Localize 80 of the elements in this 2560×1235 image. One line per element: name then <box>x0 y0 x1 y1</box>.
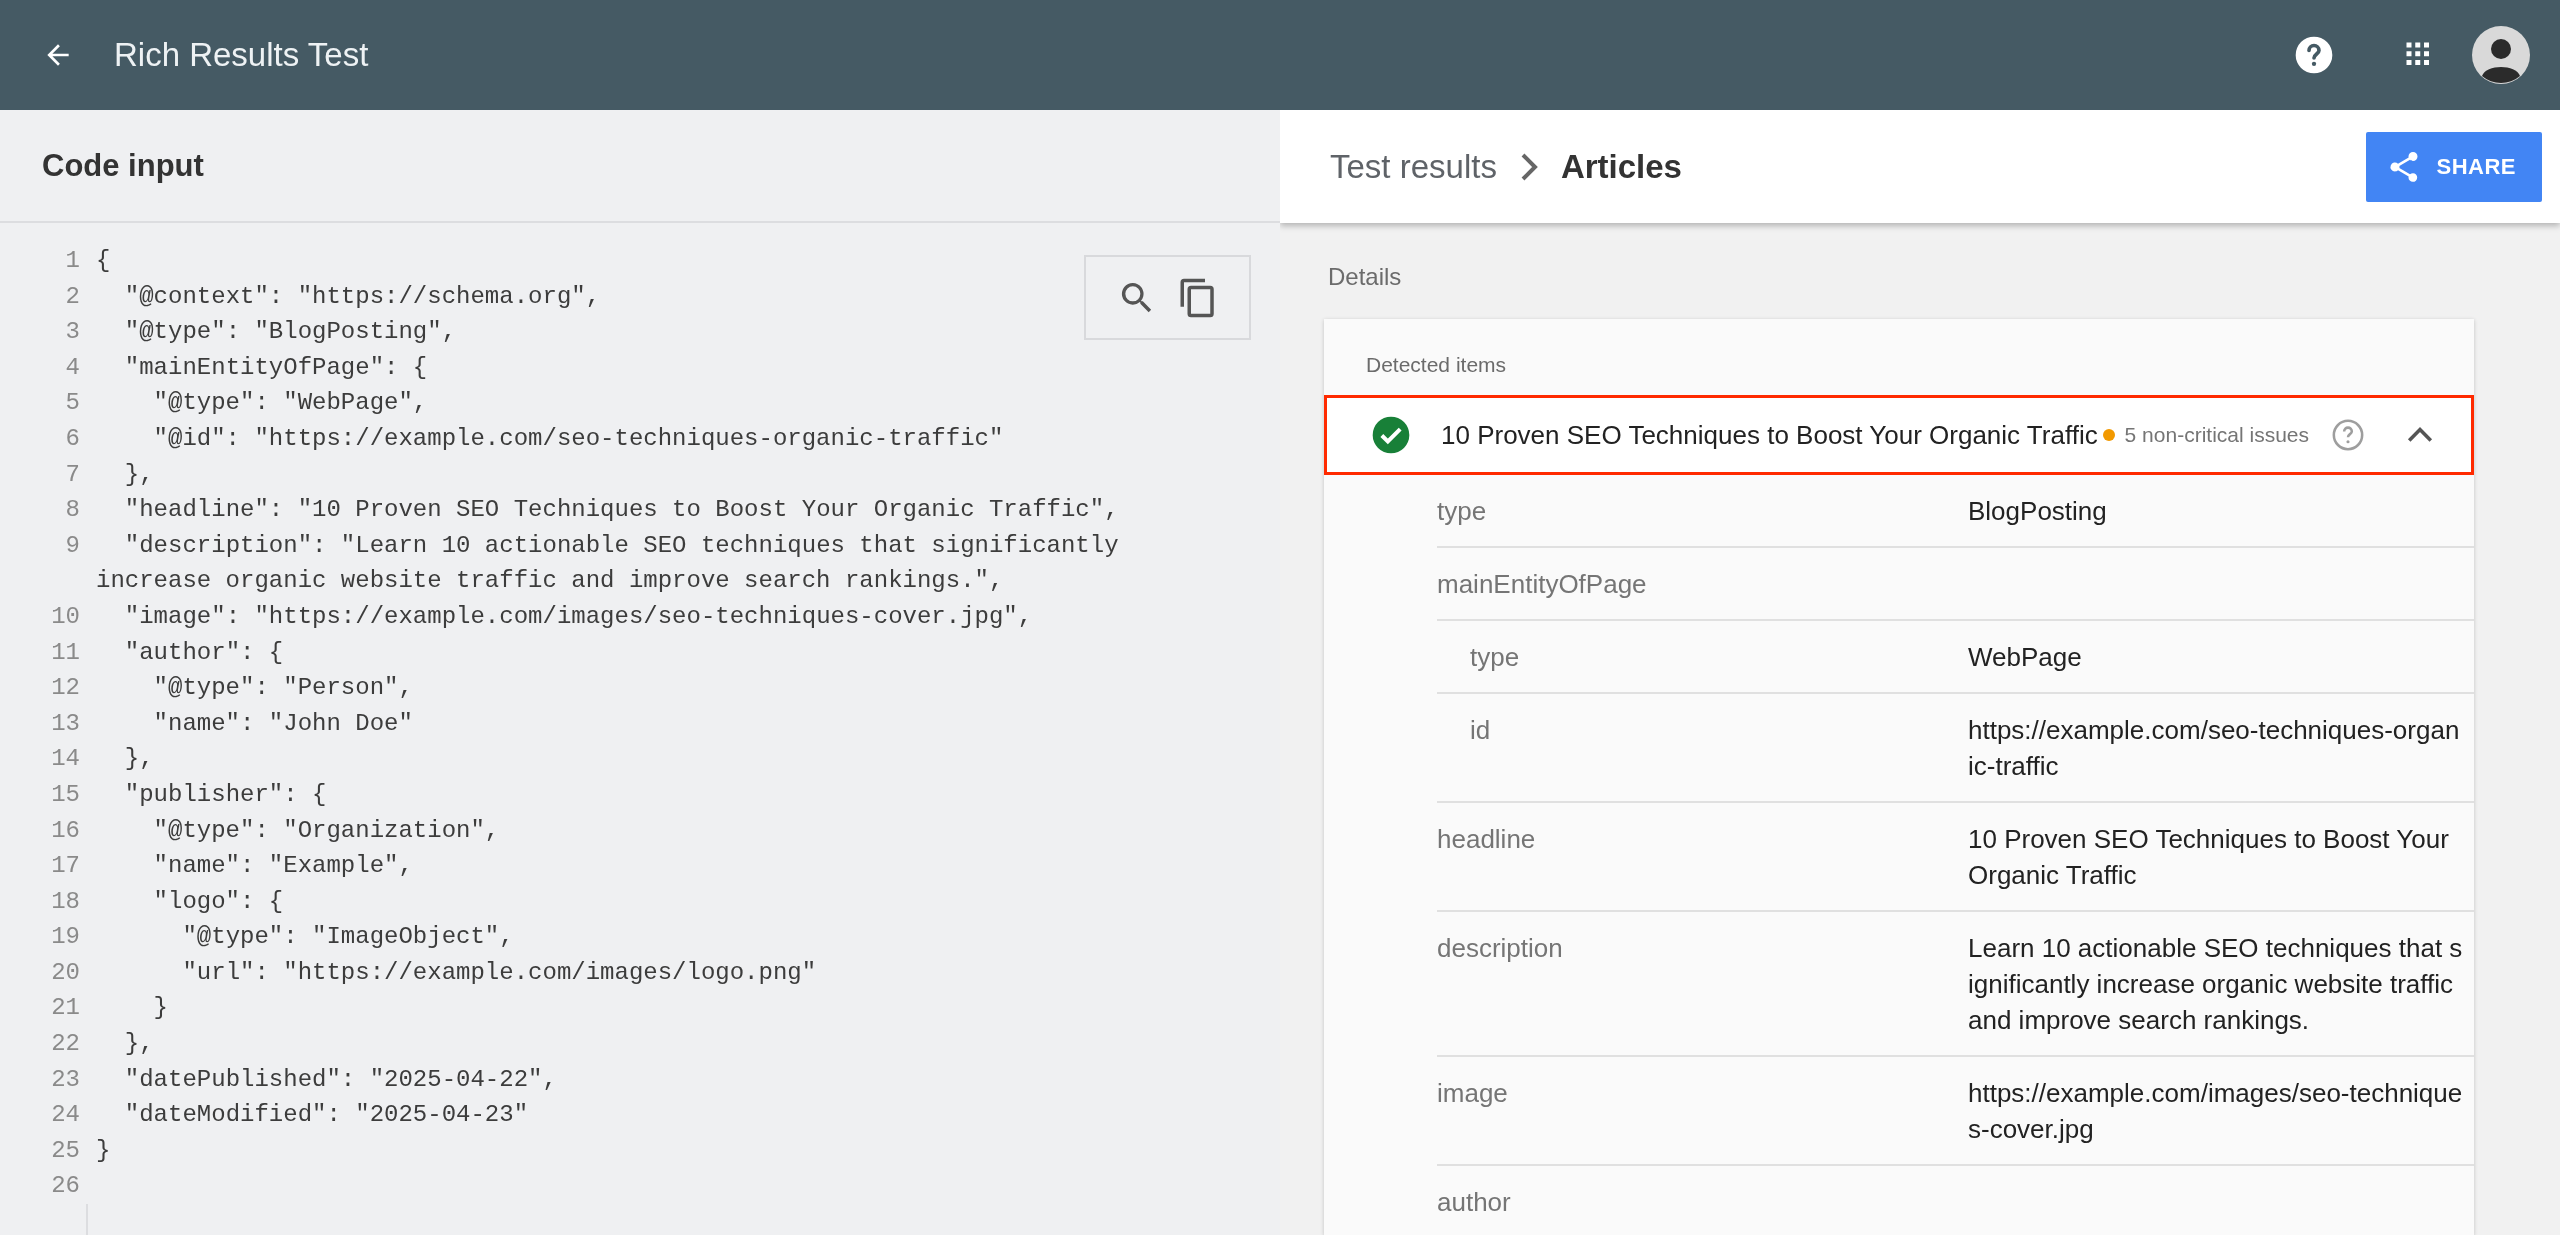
help-icon[interactable] <box>2294 35 2334 75</box>
property-name: type <box>1469 641 1521 674</box>
property-name: type <box>1437 495 1488 528</box>
property-value: 10 Proven SEO Techniques to Boost Your Organic Traffic <box>1968 823 2450 892</box>
code-line: "dateModified": "2025-04-23" <box>123 1101 529 1129</box>
code-line: "mainEntityOfPage": { <box>123 353 428 381</box>
property-value: WebPage <box>1968 641 2083 674</box>
code-line: } <box>152 994 168 1022</box>
line-number: 1 <box>64 246 81 276</box>
line-number: 10 <box>50 601 81 632</box>
line-number: 24 <box>50 1100 81 1131</box>
property-name: description <box>1437 932 1564 965</box>
code-line: }, <box>123 460 154 488</box>
app-title: Rich Results Test <box>114 36 370 74</box>
panel-title: Code input <box>42 147 204 184</box>
code-line: "@type": "Organization", <box>152 816 500 844</box>
avatar-icon[interactable] <box>2472 26 2530 84</box>
line-number: 5 <box>64 388 81 419</box>
code-line: "description": "Learn 10 actionable SEO techniques that significantly increase organic website traffic and improve search rankings.", <box>96 531 1120 595</box>
code-line: "url": "https://example.com/images/logo.png" <box>181 958 817 986</box>
code-line: { <box>96 247 111 274</box>
share-button[interactable]: SHARE <box>2366 131 2542 202</box>
line-number: 4 <box>64 352 81 383</box>
code-line: "@context": "https://schema.org", <box>123 282 601 310</box>
code-line: "headline": "10 Proven SEO Techniques to Boost Your Organic Traffic", <box>123 496 1119 524</box>
line-number: 20 <box>50 957 81 988</box>
line-number: 22 <box>50 1029 81 1060</box>
code-line: "image": "https://example.com/images/seo-techniques-cover.jpg", <box>123 602 1033 630</box>
line-number: 6 <box>64 423 81 454</box>
detected-item[interactable]: 10 Proven SEO Techniques to Boost Your Organic Traffic 5 non-critical issues <box>1324 395 2474 475</box>
line-number: 16 <box>50 815 81 846</box>
issues-count: 5 non-critical issues <box>2124 423 2309 447</box>
code-line: } <box>96 1136 111 1164</box>
code-line: "logo": { <box>152 887 284 915</box>
line-number: 18 <box>50 886 81 917</box>
help-outline-icon[interactable] <box>2331 418 2365 452</box>
code-line: "@type": "Person", <box>152 674 413 702</box>
code-line: "@type": "WebPage", <box>152 389 428 417</box>
code-line: "author": { <box>123 638 284 666</box>
section-label: Detected items <box>1366 353 1507 377</box>
line-number: 21 <box>50 993 81 1024</box>
line-number: 12 <box>50 673 81 704</box>
code-line: "datePublished": "2025-04-22", <box>123 1065 557 1093</box>
property-value: BlogPosting <box>1968 495 2108 528</box>
breadcrumb-item[interactable]: Test results <box>1330 147 1497 186</box>
line-number: 8 <box>64 495 81 526</box>
line-number: 13 <box>50 708 81 739</box>
property-name: author <box>1437 1186 1512 1219</box>
code-line: "@type": "ImageObject", <box>181 923 514 951</box>
line-number: 14 <box>50 744 81 775</box>
line-number: 9 <box>64 530 81 561</box>
code-line: "@type": "BlogPosting", <box>123 318 457 346</box>
line-number: 15 <box>50 779 81 810</box>
item-title: 10 Proven SEO Techniques to Boost Your Organic Traffic <box>1441 419 2099 451</box>
line-number: 3 <box>64 317 81 348</box>
property-name: image <box>1437 1077 1509 1110</box>
code-line: "name": "John Doe" <box>152 709 413 737</box>
line-number: 17 <box>50 851 81 882</box>
property-value: https://example.com/images/seo-techniques-cover.jpg <box>1968 1077 2464 1146</box>
chevron-up-icon[interactable] <box>2407 426 2433 444</box>
line-number: 19 <box>50 922 81 953</box>
line-number: 7 <box>64 459 81 490</box>
code-line: }, <box>123 1030 154 1058</box>
line-number: 2 <box>64 281 81 312</box>
code-line: }, <box>123 745 154 773</box>
warning-dot-icon <box>2102 429 2115 441</box>
breadcrumb-item: Articles <box>1560 147 1682 186</box>
code-line: "publisher": { <box>123 780 327 808</box>
code-line: "name": "Example", <box>152 852 413 880</box>
property-name: headline <box>1437 823 1537 856</box>
property-value: Learn 10 actionable SEO techniques that significantly increase organic website traffic and improve search rankings. <box>1968 932 2464 1037</box>
line-number: 23 <box>50 1064 81 1095</box>
code-line: "@id": "https://example.com/seo-techniques-organic-traffic" <box>152 424 1004 452</box>
section-label: Details <box>1328 263 1403 291</box>
line-number: 25 <box>50 1135 81 1166</box>
property-name: id <box>1469 714 1492 747</box>
line-number: 26 <box>50 1171 81 1202</box>
line-number: 11 <box>50 637 81 668</box>
property-name: mainEntityOfPage <box>1437 568 1648 601</box>
property-value: https://example.com/seo-techniques-organic-traffic <box>1968 714 2461 783</box>
